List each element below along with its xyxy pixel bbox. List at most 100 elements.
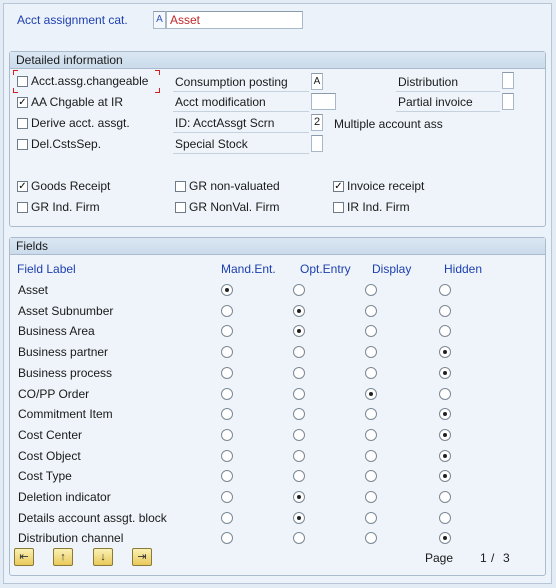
next-page-icon[interactable]: ↓ <box>93 548 113 566</box>
focus-corner <box>155 70 160 75</box>
column-header: Hidden <box>444 262 483 276</box>
radio-button[interactable] <box>221 511 233 524</box>
radio-button[interactable] <box>439 491 451 503</box>
radio-button[interactable] <box>365 346 377 359</box>
checkbox-label: Del.CstsSep. <box>31 137 102 151</box>
radio-button[interactable] <box>293 511 305 524</box>
radio-button[interactable] <box>221 491 233 503</box>
radio-button[interactable] <box>439 366 451 379</box>
radio-button[interactable] <box>221 428 233 441</box>
radio-button[interactable] <box>439 387 451 400</box>
radio-button[interactable] <box>365 387 377 400</box>
radio-button[interactable] <box>365 304 377 317</box>
page-total: 3 <box>503 551 510 565</box>
radio-button[interactable] <box>293 387 305 400</box>
special-stock-field[interactable] <box>311 135 323 152</box>
checkbox-checked[interactable]: ✓ <box>17 97 28 108</box>
radio-button[interactable] <box>439 284 451 296</box>
previous-page-icon[interactable]: ↑ <box>53 548 73 566</box>
checkbox-label: Derive acct. assgt. <box>31 116 130 130</box>
radio-button[interactable] <box>439 304 451 317</box>
checkbox[interactable]: ✓ <box>333 181 344 192</box>
acct-cat-value[interactable]: Asset <box>166 11 303 29</box>
column-header: Display <box>372 262 412 276</box>
checkbox-label: AA Chgable at IR <box>31 95 124 109</box>
focus-corner <box>13 88 18 93</box>
detailed-info-title: Detailed information <box>10 52 545 69</box>
radio-button[interactable] <box>365 491 377 503</box>
checkbox[interactable] <box>175 202 186 213</box>
special-stock-label: Special Stock <box>173 136 309 154</box>
radio-button[interactable] <box>221 366 233 379</box>
radio-button[interactable] <box>365 366 377 379</box>
field-label: Business process <box>18 365 113 380</box>
radio-button[interactable] <box>221 449 233 462</box>
field-label: Asset <box>18 283 49 297</box>
consumption-posting-field[interactable]: A <box>311 73 323 90</box>
radio-button[interactable] <box>221 346 233 359</box>
radio-button[interactable] <box>293 449 305 462</box>
id-acctassgt-scrn-label: ID: AcctAssgt Scrn <box>173 115 309 133</box>
checkbox[interactable]: ✓ <box>17 181 28 192</box>
radio-button[interactable] <box>293 346 305 359</box>
checkbox[interactable] <box>17 76 28 87</box>
page-label: Page <box>425 551 454 565</box>
field-label: Deletion indicator <box>18 490 111 504</box>
field-label: Cost Center <box>18 427 83 442</box>
checkbox-label: Goods Receipt <box>31 179 111 193</box>
distribution-field[interactable] <box>502 72 514 89</box>
checkbox-label: GR NonVal. Firm <box>189 200 280 214</box>
id-acctassgt-scrn-text: Multiple account ass <box>334 117 443 131</box>
radio-button[interactable] <box>293 304 305 317</box>
checkbox[interactable] <box>17 118 28 129</box>
checkbox[interactable] <box>333 202 344 213</box>
field-label: Cost Type <box>18 469 72 484</box>
radio-button[interactable] <box>221 304 233 317</box>
checkbox[interactable] <box>175 181 186 192</box>
radio-button[interactable] <box>293 366 305 379</box>
radio-button[interactable] <box>439 511 451 524</box>
acct-modification-field[interactable] <box>311 93 336 110</box>
first-page-icon[interactable]: ⇤ <box>14 548 34 566</box>
column-header: Opt.Entry <box>300 262 351 276</box>
radio-button[interactable] <box>439 428 451 441</box>
radio-button[interactable] <box>439 449 451 462</box>
consumption-posting-label: Consumption posting <box>173 74 309 92</box>
field-label: Asset Subnumber <box>18 303 114 318</box>
column-header: Mand.Ent. <box>221 262 276 276</box>
checkbox-label: Acct.assg.changeable <box>31 74 149 88</box>
field-label: Business Area <box>18 324 95 339</box>
checkbox[interactable] <box>17 202 28 213</box>
acct-cat-code[interactable]: A <box>153 11 166 29</box>
field-label: Commitment Item <box>18 407 113 422</box>
radio-button[interactable] <box>439 346 451 359</box>
field-label: Distribution channel <box>18 531 124 546</box>
focus-corner <box>13 70 18 75</box>
radio-button[interactable] <box>365 511 377 524</box>
radio-button[interactable] <box>365 284 377 296</box>
radio-button[interactable] <box>365 428 377 441</box>
checkbox[interactable] <box>17 139 28 150</box>
focus-corner <box>155 88 160 93</box>
partial-invoice-label: Partial invoice <box>396 94 500 112</box>
field-label: Details account assgt. block <box>18 510 167 525</box>
distribution-label: Distribution <box>396 74 500 92</box>
acct-cat-label: Acct assignment cat. <box>17 13 128 27</box>
radio-button[interactable] <box>293 491 305 503</box>
page-separator: / <box>491 551 495 565</box>
checkbox-label: GR non-valuated <box>189 179 280 193</box>
column-header: Field Label <box>17 262 76 276</box>
field-label: Business partner <box>18 345 109 360</box>
field-label: Cost Object <box>18 448 81 463</box>
partial-invoice-field[interactable] <box>502 93 514 110</box>
id-acctassgt-scrn-field[interactable]: 2 <box>311 114 323 131</box>
last-page-icon[interactable]: ⇥ <box>132 548 152 566</box>
radio-button[interactable] <box>221 284 233 296</box>
radio-button[interactable] <box>293 428 305 441</box>
checkbox-label: Invoice receipt <box>347 179 425 193</box>
radio-button[interactable] <box>293 284 305 296</box>
fields-title: Fields <box>10 238 545 255</box>
checkbox-label: IR Ind. Firm <box>347 200 410 214</box>
radio-button[interactable] <box>221 387 233 400</box>
radio-button[interactable] <box>365 449 377 462</box>
